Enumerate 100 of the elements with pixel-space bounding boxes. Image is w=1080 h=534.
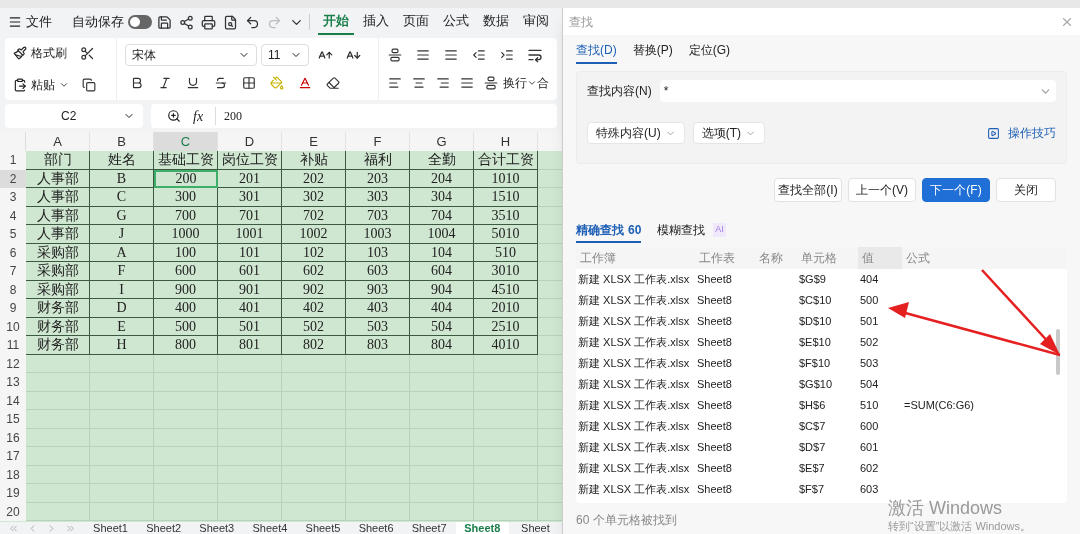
grid-cell[interactable] (410, 484, 474, 503)
dialog-tab[interactable]: 查找(D) (576, 38, 617, 64)
grid-cell[interactable] (346, 502, 410, 521)
grid-cell[interactable] (154, 484, 218, 503)
dialog-tab[interactable]: 定位(G) (688, 38, 730, 64)
row-header[interactable]: 9 (0, 299, 26, 318)
grid-cell[interactable] (474, 484, 538, 503)
grid-cell[interactable] (90, 484, 154, 503)
row-header[interactable]: 17 (0, 447, 26, 466)
grid-cell[interactable] (282, 465, 346, 484)
grid-cell[interactable] (90, 373, 154, 392)
column-header[interactable]: H (474, 132, 538, 151)
column-header[interactable]: D (218, 132, 282, 151)
grid-cell[interactable] (282, 447, 346, 466)
result-tab[interactable]: 模糊查找 AI (657, 219, 726, 243)
grid-cell[interactable] (90, 354, 154, 373)
dialog-button[interactable]: 上一个(V) (848, 178, 916, 202)
sheet-tab[interactable]: Sheet3 (190, 522, 244, 534)
grid-cell[interactable] (154, 447, 218, 466)
grid-cell[interactable] (218, 484, 282, 503)
grid-cell[interactable] (346, 484, 410, 503)
font-name-select[interactable]: 宋体 (125, 44, 257, 66)
grid-cell[interactable] (410, 391, 474, 410)
grid-cell[interactable] (154, 373, 218, 392)
ribbon-tab[interactable]: 插入 (358, 9, 394, 35)
formula-input[interactable]: fx 200 (151, 104, 557, 128)
grid-cell[interactable] (410, 410, 474, 429)
grid-cell[interactable] (410, 447, 474, 466)
grid-cell[interactable] (282, 373, 346, 392)
name-box[interactable]: C2 (5, 104, 143, 128)
grid-cell[interactable] (218, 428, 282, 447)
grid-cell[interactable] (26, 447, 90, 466)
dialog-button[interactable]: 关闭 (996, 178, 1056, 202)
grid-cell[interactable] (282, 502, 346, 521)
sheet-tab[interactable]: Sheet8 (455, 522, 509, 534)
column-header[interactable]: F (346, 132, 410, 151)
grid-cell[interactable] (282, 428, 346, 447)
grid-cell[interactable] (474, 447, 538, 466)
row-header[interactable]: 3 (0, 188, 26, 207)
grid-cell[interactable] (474, 354, 538, 373)
find-input[interactable]: * (659, 80, 1056, 102)
scrollbar[interactable] (1056, 329, 1060, 375)
font-size-select[interactable]: 11 (261, 44, 309, 66)
sheet-tab[interactable]: Sheet2 (137, 522, 191, 534)
grid-cell[interactable] (218, 391, 282, 410)
grid-cell[interactable] (90, 447, 154, 466)
sheet-tab[interactable]: Sheet1 (84, 522, 138, 534)
grid-cell[interactable] (474, 410, 538, 429)
column-header[interactable]: A (26, 132, 90, 151)
result-tab[interactable]: 精确查找 60 (576, 219, 642, 243)
grid-cell[interactable] (282, 484, 346, 503)
ribbon-tab[interactable]: 审阅 (518, 9, 554, 35)
grid-cell[interactable] (218, 502, 282, 521)
grid-cell[interactable] (282, 410, 346, 429)
grid-cell[interactable] (26, 428, 90, 447)
ribbon-tab[interactable]: 页面 (398, 9, 434, 35)
grid-cell[interactable] (346, 465, 410, 484)
file-menu[interactable]: 文件 (8, 12, 52, 32)
merge-button[interactable]: 合 (537, 74, 549, 92)
function-label[interactable]: fx (193, 105, 204, 127)
grid-cell[interactable] (154, 465, 218, 484)
row-header[interactable]: 1 (0, 151, 26, 170)
row-header[interactable]: 19 (0, 484, 26, 503)
grid-cell[interactable] (474, 373, 538, 392)
grid-cell[interactable] (410, 502, 474, 521)
grid-cell[interactable] (154, 410, 218, 429)
ribbon-tab[interactable]: 公式 (438, 9, 474, 35)
ribbon-tab[interactable]: 数据 (478, 9, 514, 35)
grid-cell[interactable] (474, 391, 538, 410)
grid-cell[interactable] (218, 354, 282, 373)
autosave-toggle[interactable] (128, 15, 152, 29)
grid-cell[interactable] (26, 465, 90, 484)
grid-cell[interactable] (282, 391, 346, 410)
grid-cell[interactable] (26, 410, 90, 429)
grid-cell[interactable] (346, 354, 410, 373)
grid-cell[interactable] (90, 502, 154, 521)
wrap-button[interactable]: 换行 (503, 74, 537, 92)
grid-cell[interactable] (346, 447, 410, 466)
tips-link[interactable]: 操作技巧 (1008, 124, 1056, 142)
grid-cell[interactable] (26, 391, 90, 410)
dialog-tab[interactable]: 替换(P) (632, 38, 673, 64)
sheet-tab[interactable]: Sheet7 (402, 522, 456, 534)
grid-cell[interactable] (26, 373, 90, 392)
ribbon-tab[interactable]: 开始 (318, 9, 354, 35)
grid-cell[interactable] (154, 428, 218, 447)
options-button[interactable]: 选项(T) (692, 122, 765, 144)
grid-cell[interactable] (282, 354, 346, 373)
grid-cell[interactable] (410, 428, 474, 447)
column-header[interactable]: E (282, 132, 346, 151)
dialog-button[interactable]: 查找全部(I) (774, 178, 842, 202)
grid-cell[interactable] (154, 391, 218, 410)
row-header[interactable]: 11 (0, 336, 26, 355)
grid-cell[interactable] (346, 428, 410, 447)
sheet-tab[interactable]: Sheet (508, 522, 562, 534)
format-painter-button[interactable]: 格式刷 (13, 44, 67, 62)
grid-cell[interactable] (90, 391, 154, 410)
sheet-tab[interactable]: Sheet5 (296, 522, 350, 534)
grid-cell[interactable] (474, 465, 538, 484)
special-content-button[interactable]: 特殊内容(U) (587, 122, 685, 144)
grid-cell[interactable] (346, 373, 410, 392)
